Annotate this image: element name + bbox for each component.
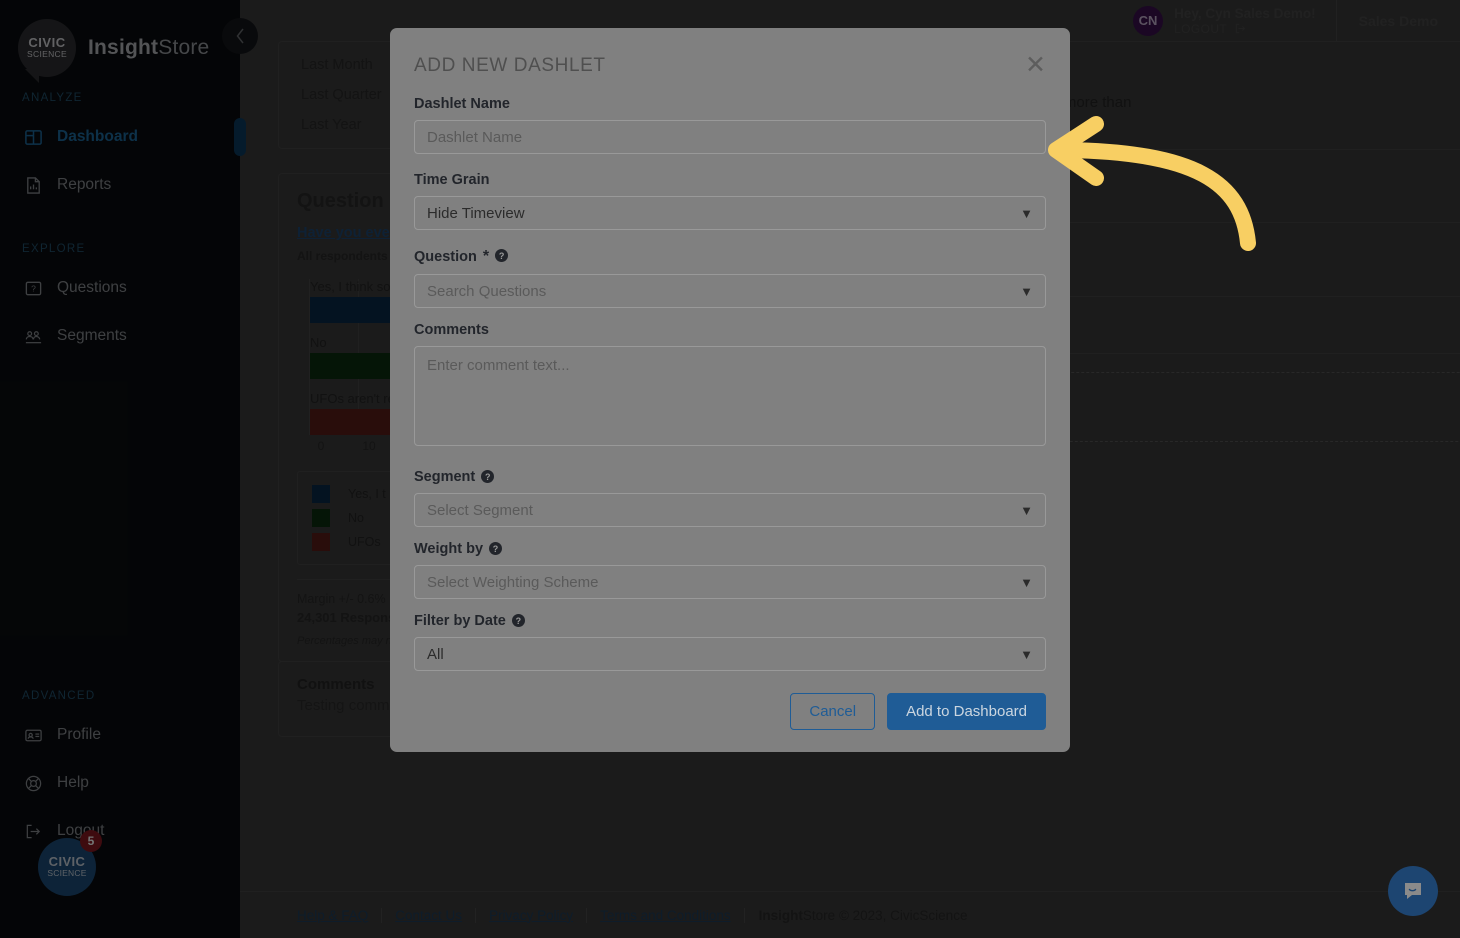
field-label: Filter by Date ? xyxy=(414,613,1046,629)
field-label-text: Filter by Date xyxy=(414,613,506,629)
help-icon[interactable]: ? xyxy=(511,614,525,627)
chevron-down-icon: ▼ xyxy=(1020,502,1033,518)
dashlet-name-input[interactable] xyxy=(427,128,1033,146)
weight-by-placeholder: Select Weighting Scheme xyxy=(427,573,599,591)
question-search-select[interactable]: Search Questions ▼ xyxy=(414,274,1046,308)
required-asterisk: * xyxy=(482,248,490,265)
field-weight-by: Weight by ? Select Weighting Scheme ▼ xyxy=(414,541,1046,599)
app-window: CIVIC SCIENCE InsightStore ANALYZE Dashb… xyxy=(0,0,1460,938)
field-time-grain: Time Grain Hide Timeview ▼ xyxy=(414,172,1046,230)
chat-bubble-icon xyxy=(1405,883,1421,899)
field-label: Weight by ? xyxy=(414,541,1046,557)
question-placeholder: Search Questions xyxy=(427,282,547,300)
add-new-dashlet-modal: ADD NEW DASHLET ✕ Dashlet Name Time Grai… xyxy=(390,28,1070,752)
cancel-button[interactable]: Cancel xyxy=(790,693,876,730)
dashlet-name-input-wrap[interactable] xyxy=(414,120,1046,154)
add-to-dashboard-button[interactable]: Add to Dashboard xyxy=(887,693,1046,730)
chevron-down-icon: ▼ xyxy=(1020,574,1033,590)
field-label: Dashlet Name xyxy=(414,96,510,112)
modal-title: ADD NEW DASHLET xyxy=(414,54,606,76)
close-icon[interactable]: ✕ xyxy=(1025,53,1046,78)
time-grain-select[interactable]: Hide Timeview ▼ xyxy=(414,196,1046,230)
help-icon[interactable]: ? xyxy=(495,249,509,262)
time-grain-value: Hide Timeview xyxy=(427,204,525,222)
field-question: Question * ? Search Questions ▼ xyxy=(414,248,1046,308)
weight-by-select[interactable]: Select Weighting Scheme ▼ xyxy=(414,565,1046,599)
field-label: Segment ? xyxy=(414,469,1046,485)
filter-by-date-value: All xyxy=(427,645,444,663)
field-label-text: Segment xyxy=(414,469,476,485)
modal-header: ADD NEW DASHLET ✕ xyxy=(414,28,1046,92)
field-label-text: Question xyxy=(414,249,477,265)
modal-actions: Cancel Add to Dashboard xyxy=(414,693,1046,730)
field-label-text: Weight by xyxy=(414,541,484,557)
help-icon[interactable]: ? xyxy=(481,470,495,483)
intercom-launcher-button[interactable] xyxy=(1388,866,1438,916)
help-icon[interactable]: ? xyxy=(489,542,503,555)
field-segment: Segment ? Select Segment ▼ xyxy=(414,469,1046,527)
field-comments: Comments xyxy=(414,322,1046,451)
field-label: Time Grain xyxy=(414,172,490,188)
segment-placeholder: Select Segment xyxy=(427,501,533,519)
filter-by-date-select[interactable]: All ▼ xyxy=(414,637,1046,671)
field-filter-by-date: Filter by Date ? All ▼ xyxy=(414,613,1046,671)
field-label: Question * ? xyxy=(414,248,1046,266)
field-dashlet-name: Dashlet Name xyxy=(414,96,1046,154)
chevron-down-icon: ▼ xyxy=(1020,283,1033,299)
segment-select[interactable]: Select Segment ▼ xyxy=(414,493,1046,527)
comments-textarea[interactable] xyxy=(414,346,1046,446)
chevron-down-icon: ▼ xyxy=(1020,646,1033,662)
field-label: Comments xyxy=(414,322,489,338)
chevron-down-icon: ▼ xyxy=(1020,205,1033,221)
